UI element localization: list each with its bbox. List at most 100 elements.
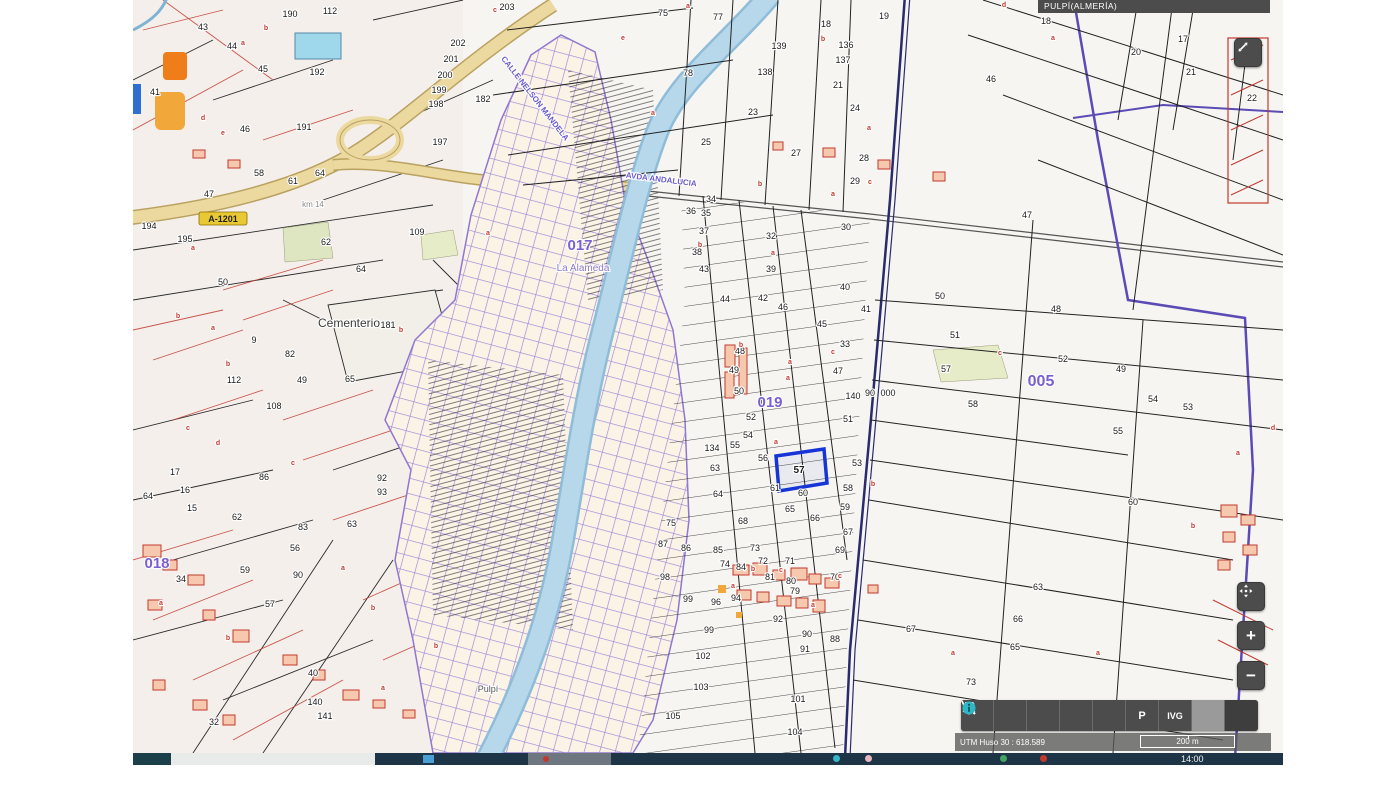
layers-button[interactable] (1027, 700, 1060, 731)
svg-text:a: a (951, 650, 955, 657)
taskbar-app-icon[interactable] (423, 755, 434, 763)
svg-text:139: 139 (771, 41, 786, 51)
svg-text:67: 67 (906, 624, 916, 634)
svg-text:a: a (831, 191, 835, 198)
svg-text:a: a (191, 245, 195, 252)
svg-text:80: 80 (786, 576, 796, 586)
svg-text:46: 46 (778, 302, 788, 312)
scale-tick (1188, 735, 1189, 739)
svg-text:136: 136 (838, 40, 853, 50)
svg-text:63: 63 (1033, 582, 1043, 592)
taskbar-segment-left (133, 753, 171, 765)
position-p-button[interactable]: P (1126, 700, 1159, 731)
status-strip: UTM Huso 30 : 618.589 200 m (955, 733, 1271, 751)
svg-text:a: a (1236, 450, 1240, 457)
svg-text:198: 198 (428, 99, 443, 109)
svg-text:87: 87 (658, 539, 668, 549)
svg-text:24: 24 (850, 103, 860, 113)
svg-text:197: 197 (432, 137, 447, 147)
svg-text:60: 60 (798, 488, 808, 498)
svg-text:b: b (371, 605, 375, 612)
svg-text:75: 75 (666, 518, 676, 528)
cadastral-viewer-page: A-1201 190112203202201200199198197182192… (0, 0, 1400, 787)
fullscreen-button[interactable] (1234, 38, 1262, 67)
svg-text:29: 29 (850, 176, 860, 186)
svg-text:17: 17 (170, 467, 180, 477)
svg-text:93: 93 (377, 487, 387, 497)
svg-text:b: b (1191, 523, 1195, 530)
svg-text:b: b (264, 25, 268, 32)
svg-text:c: c (493, 7, 497, 14)
svg-text:a: a (731, 583, 735, 590)
ivg-label: IVG (1167, 711, 1183, 721)
svg-text:50: 50 (218, 277, 228, 287)
svg-text:79: 79 (790, 586, 800, 596)
svg-text:49: 49 (729, 365, 739, 375)
svg-text:200: 200 (437, 70, 452, 80)
svg-text:52: 52 (1058, 354, 1068, 364)
svg-text:88: 88 (830, 634, 840, 644)
svg-text:b: b (739, 342, 743, 349)
zoom-in-button[interactable]: + (1237, 621, 1265, 650)
svg-text:a: a (788, 359, 792, 366)
svg-text:19: 19 (879, 11, 889, 21)
search-button[interactable] (994, 700, 1027, 731)
svg-text:78: 78 (683, 68, 693, 78)
svg-text:a: a (1051, 35, 1055, 42)
svg-text:44: 44 (227, 41, 237, 51)
svg-text:58: 58 (968, 399, 978, 409)
svg-text:85: 85 (713, 545, 723, 555)
svg-text:202: 202 (450, 38, 465, 48)
svg-text:182: 182 (475, 94, 490, 104)
svg-text:90: 90 (865, 388, 875, 398)
svg-text:a: a (1096, 650, 1100, 657)
svg-text:101: 101 (790, 694, 805, 704)
svg-text:e: e (621, 35, 625, 42)
svg-text:34: 34 (176, 574, 186, 584)
svg-text:55: 55 (730, 440, 740, 450)
svg-text:84: 84 (736, 562, 746, 572)
svg-text:68: 68 (738, 516, 748, 526)
svg-text:017: 017 (567, 237, 592, 254)
pan-button[interactable] (1237, 582, 1265, 611)
svg-text:36: 36 (686, 206, 696, 216)
zoom-out-button[interactable]: − (1237, 661, 1265, 690)
map-canvas[interactable]: A-1201 190112203202201200199198197182192… (133, 0, 1283, 753)
svg-text:50: 50 (734, 386, 744, 396)
svg-text:64: 64 (356, 264, 366, 274)
svg-text:b: b (751, 566, 755, 573)
svg-text:41: 41 (150, 87, 160, 97)
water-pool (295, 33, 341, 59)
svg-text:33: 33 (840, 339, 850, 349)
svg-text:37: 37 (699, 226, 709, 236)
svg-text:20: 20 (1131, 47, 1141, 57)
svg-text:61: 61 (288, 176, 298, 186)
taskbar-dot (865, 755, 872, 762)
svg-text:92: 92 (773, 614, 783, 624)
svg-text:66: 66 (810, 513, 820, 523)
info-icon (961, 700, 977, 716)
svg-text:Pulpí: Pulpí (478, 684, 499, 694)
print-button[interactable] (1093, 700, 1126, 731)
info-button[interactable] (1225, 700, 1258, 731)
svg-text:44: 44 (720, 294, 730, 304)
svg-text:112: 112 (323, 6, 337, 16)
svg-text:b: b (226, 361, 230, 368)
fullscreen-icon (1235, 39, 1251, 55)
svg-text:90: 90 (802, 629, 812, 639)
basemap-cluster-button[interactable] (1192, 700, 1225, 731)
svg-text:46: 46 (986, 74, 996, 84)
svg-text:b: b (758, 181, 762, 188)
svg-text:43: 43 (198, 22, 208, 32)
svg-text:103: 103 (693, 682, 708, 692)
svg-text:18: 18 (1041, 16, 1051, 26)
taskbar-segment-gray (528, 753, 611, 765)
svg-text:40: 40 (840, 282, 850, 292)
svg-text:94: 94 (731, 593, 741, 603)
measure-button[interactable] (1060, 700, 1093, 731)
ivg-button[interactable]: IVG (1159, 700, 1192, 731)
svg-text:65: 65 (785, 504, 795, 514)
svg-text:54: 54 (743, 430, 753, 440)
svg-text:195: 195 (177, 234, 192, 244)
svg-text:005: 005 (1028, 373, 1055, 390)
